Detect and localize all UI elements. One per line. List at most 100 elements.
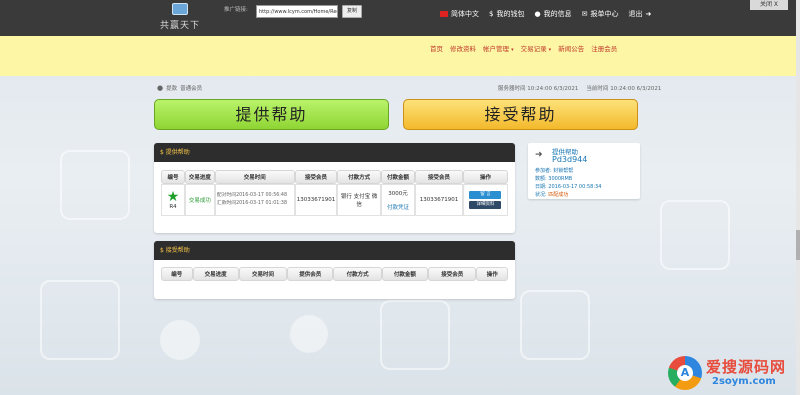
logout-icon: ➜ <box>645 10 652 18</box>
provide-help-button[interactable]: 提供帮助 <box>154 99 389 130</box>
local-time: 10:24:00 6/3/2021 <box>610 86 662 92</box>
promo-url-field[interactable]: http://www.lcym.com/Home/Regist <box>256 5 338 18</box>
nav-account-label: 帐户管理 <box>483 45 509 53</box>
breadcrumb: ● 提款 普通会员 <box>157 84 202 92</box>
row-amount-cell: 3000元 付款凭证 <box>381 184 416 216</box>
remit-time: 汇款时间2016-03-17 01:01:38 <box>216 201 288 206</box>
nav-news[interactable]: 新闻公告 <box>558 43 584 53</box>
bg-shape <box>40 280 120 360</box>
col-header: 付款方式 <box>333 267 382 281</box>
bg-shape <box>660 200 730 270</box>
col-header: 交易时间 <box>214 170 295 184</box>
col-header: 交易进度 <box>184 170 215 184</box>
col-header: 操作 <box>476 267 508 281</box>
nav-records[interactable]: 交易记录 ▾ <box>521 43 552 53</box>
panel-header: $ 提供帮助 <box>154 143 515 162</box>
close-button[interactable]: 关闭 X <box>750 0 788 10</box>
logo[interactable]: 共赢天下 <box>160 3 200 33</box>
dollar-icon: $ <box>489 10 494 18</box>
col-header: 接受会员 <box>415 170 463 184</box>
nav-account[interactable]: 帐户管理 ▾ <box>483 43 514 53</box>
chevron-down-icon: ▾ <box>548 47 552 53</box>
local-time-label: 当前时间 <box>586 86 609 92</box>
watermark-letter: A <box>677 365 693 381</box>
nav-records-label: 交易记录 <box>520 45 547 53</box>
card-code: Pd3d944 <box>552 155 588 164</box>
provide-help-table: 编号 交易进度 交易时间 接受会员 付款方式 付款金额 接受会员 操作 ★ R4… <box>161 170 508 216</box>
bg-shape <box>60 150 130 220</box>
receive-help-button[interactable]: 接受帮助 <box>403 99 638 130</box>
wallet-label: 我的钱包 <box>496 10 525 18</box>
order-center-label: 报单中心 <box>590 10 619 18</box>
card-status-label: 状况: <box>535 192 547 198</box>
profile-link[interactable]: ● 我的信息 <box>534 9 571 19</box>
col-header: 接受会员 <box>428 267 477 281</box>
help-summary-card[interactable]: ➜ 提供帮助 Pd3d944 参加者: 封锁帮帮 数额: 3000RMB 日期:… <box>528 143 640 199</box>
col-header: 接受会员 <box>294 170 338 184</box>
flag-icon <box>440 11 448 17</box>
row-receiver: 13033671901 <box>294 184 338 216</box>
scrollbar-thumb[interactable] <box>796 230 800 260</box>
scrollbar[interactable] <box>796 0 800 395</box>
language-label: 简体中文 <box>451 10 479 18</box>
col-header: 付款方式 <box>337 170 382 184</box>
col-header: 提供会员 <box>287 267 334 281</box>
breadcrumb-level: 普通会员 <box>180 86 203 92</box>
col-header: 付款金额 <box>381 170 416 184</box>
payment-proof-link[interactable]: 付款凭证 <box>383 203 413 211</box>
row-member: 13033671901 <box>415 184 463 216</box>
message-button[interactable]: 留 言 <box>469 191 502 199</box>
table-row: ★ R4 交易成功 配对时间2016-03-17 00:56:48 汇款时间20… <box>161 184 508 216</box>
card-status-value: 匹配成功 <box>548 192 569 198</box>
logo-text: 共赢天下 <box>160 21 201 31</box>
panel-title: 提供帮助 <box>165 149 190 156</box>
arrow-right-icon: ➜ <box>535 150 543 160</box>
row-amount: 3000元 <box>388 191 408 197</box>
server-time: 10:24:00 6/3/2021 <box>527 86 579 92</box>
top-bar: 共赢天下 推广链接: http://www.lcym.com/Home/Regi… <box>0 0 800 36</box>
dollar-icon: $ <box>160 247 164 254</box>
watermark-title: 爱搜源码网 <box>706 358 787 376</box>
card-amount: 数额: 3000RMB <box>535 176 573 182</box>
bg-shape <box>520 290 590 360</box>
profile-label: 我的信息 <box>543 10 572 18</box>
details-button[interactable]: 详细资料 <box>469 201 502 209</box>
logo-icon <box>172 3 188 15</box>
bg-person <box>290 315 328 353</box>
nav-register[interactable]: 注册会员 <box>591 43 617 53</box>
row-status: 交易成功 <box>184 184 215 216</box>
card-title: 提供帮助 Pd3d944 <box>552 148 587 164</box>
card-status: 状况: 匹配成功 <box>535 191 601 199</box>
row-payment: 银行 支付宝 微信 <box>337 184 382 216</box>
provide-help-panel: $ 提供帮助 编号 交易进度 交易时间 接受会员 付款方式 付款金额 接受会员 … <box>154 143 515 233</box>
user-icon: ● <box>157 84 164 92</box>
col-header: 编号 <box>161 170 185 184</box>
receive-help-panel: $ 接受帮助 编号 交易进度 交易时间 提供会员 付款方式 付款金额 接受会员 … <box>154 241 515 299</box>
star-icon: ★ <box>166 189 180 205</box>
row-actions: 留 言 详细资料 <box>462 184 508 216</box>
nav-edit-profile[interactable]: 修改资料 <box>450 43 476 53</box>
card-details: 参加者: 封锁帮帮 数额: 3000RMB 日期: 2016-03-17 00:… <box>535 167 601 199</box>
col-header: 操作 <box>462 170 508 184</box>
card-date: 日期: 2016-03-17 00:58:34 <box>535 184 602 190</box>
envelope-icon: ✉ <box>581 10 588 18</box>
time-info: 服务器时间 10:24:00 6/3/2021 当前时间 10:24:00 6/… <box>498 84 661 92</box>
server-time-label: 服务器时间 <box>498 86 526 92</box>
row-id: R4 <box>169 204 177 210</box>
row-id-cell: ★ R4 <box>161 184 185 216</box>
copy-button[interactable]: 复制 <box>342 5 362 18</box>
watermark: A 爱搜源码网 2soym.com <box>668 354 796 392</box>
logout-label: 退出 <box>628 10 643 18</box>
receive-help-table: 编号 交易进度 交易时间 提供会员 付款方式 付款金额 接受会员 操作 <box>161 267 508 281</box>
bg-shape <box>380 300 450 370</box>
nav-home[interactable]: 首页 <box>430 43 443 53</box>
row-time: 配对时间2016-03-17 00:56:48 汇款时间2016-03-17 0… <box>214 184 295 216</box>
breadcrumb-name: 提款 <box>166 86 178 92</box>
order-center-link[interactable]: ✉ 报单中心 <box>582 9 619 19</box>
wallet-link[interactable]: $ 我的钱包 <box>489 9 524 19</box>
logout-link[interactable]: 退出 ➜ <box>628 9 651 19</box>
col-header: 交易时间 <box>238 267 288 281</box>
panel-header: $ 接受帮助 <box>154 241 515 260</box>
user-icon: ● <box>534 10 541 18</box>
language-link[interactable]: 简体中文 <box>440 9 479 19</box>
